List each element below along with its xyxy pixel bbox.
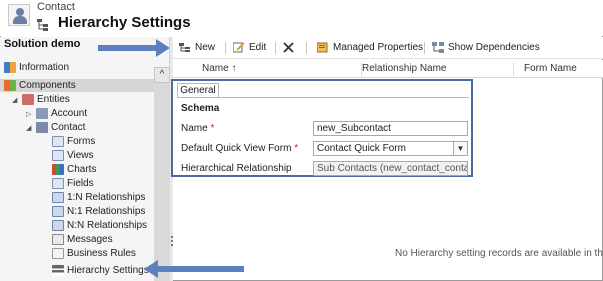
splitter-grip-icon[interactable] bbox=[171, 236, 173, 246]
annotation-arrow-sidebar bbox=[144, 260, 244, 278]
sidebar-item-label: Charts bbox=[67, 164, 97, 175]
page-title: Hierarchy Settings bbox=[58, 14, 191, 31]
sidebar-item-many-to-one[interactable]: N:1 Relationships bbox=[52, 205, 145, 218]
sidebar-item-many-to-many[interactable]: N:N Relationships bbox=[52, 219, 147, 232]
sidebar-item-label: Forms bbox=[67, 136, 96, 147]
chevron-down-icon[interactable]: ▼ bbox=[453, 142, 467, 155]
solution-title: Solution demo bbox=[4, 38, 81, 50]
sidebar-item-label: 1:N Relationships bbox=[67, 192, 146, 203]
sidebar-item-views[interactable]: Views bbox=[52, 149, 94, 162]
column-header-form-name[interactable]: Form Name bbox=[524, 63, 577, 74]
sidebar-item-forms[interactable]: Forms bbox=[52, 135, 95, 148]
contact-entity-icon bbox=[8, 4, 30, 26]
breadcrumb: Contact bbox=[37, 1, 75, 13]
sidebar-item-messages[interactable]: Messages bbox=[52, 233, 113, 246]
managed-properties-icon bbox=[317, 42, 328, 53]
edit-button[interactable]: Edit bbox=[233, 41, 266, 55]
sidebar-item-account[interactable]: ▷ Account bbox=[26, 107, 87, 120]
sidebar-item-label: Entities bbox=[37, 94, 70, 105]
charts-icon bbox=[52, 163, 64, 175]
business-rules-icon bbox=[52, 247, 64, 259]
sidebar-item-fields[interactable]: Fields bbox=[52, 177, 94, 190]
contact-icon bbox=[36, 121, 48, 133]
views-icon bbox=[52, 149, 64, 161]
sidebar-item-label: N:1 Relationships bbox=[67, 206, 146, 217]
expand-triangle-icon[interactable]: ▷ bbox=[26, 108, 34, 121]
page-header: Contact Hierarchy Settings bbox=[0, 0, 603, 36]
toolbar-divider bbox=[275, 42, 276, 54]
tab-general[interactable]: General bbox=[177, 83, 219, 98]
required-marker: * bbox=[210, 123, 215, 134]
show-dependencies-button[interactable]: Show Dependencies bbox=[432, 41, 540, 55]
sidebar-item-label: N:N Relationships bbox=[67, 220, 148, 231]
column-header-relationship-name[interactable]: Relationship Name bbox=[362, 63, 447, 74]
delete-icon bbox=[283, 42, 294, 53]
many-to-many-icon bbox=[52, 219, 64, 231]
edit-icon bbox=[233, 42, 245, 53]
managed-properties-button[interactable]: Managed Properties bbox=[317, 41, 423, 55]
sidebar-item-one-to-many[interactable]: 1:N Relationships bbox=[52, 191, 145, 204]
sidebar-item-label: Messages bbox=[67, 234, 113, 245]
required-marker: * bbox=[294, 143, 299, 154]
column-header-name[interactable]: Name ↑ bbox=[202, 63, 236, 74]
hierarchical-relationship-field: Sub Contacts (new_contact_contact) bbox=[313, 161, 468, 176]
new-button[interactable]: New bbox=[179, 41, 215, 55]
show-dependencies-label: Show Dependencies bbox=[448, 42, 540, 53]
sidebar: Solution demo Information Components ◢ En… bbox=[0, 37, 170, 281]
sidebar-item-label: Views bbox=[67, 150, 94, 161]
column-divider[interactable] bbox=[513, 62, 514, 76]
collapse-triangle-icon[interactable]: ◢ bbox=[26, 122, 34, 135]
toolbar-divider bbox=[225, 42, 226, 54]
hierarchy-icon bbox=[52, 264, 64, 276]
section-title: Schema bbox=[181, 103, 220, 114]
sidebar-item-contact[interactable]: ◢ Contact bbox=[26, 121, 85, 134]
sidebar-item-label: Hierarchy Settings bbox=[67, 265, 149, 276]
tab-divider bbox=[177, 97, 469, 98]
entities-icon bbox=[22, 93, 34, 105]
collapse-triangle-icon[interactable]: ◢ bbox=[12, 94, 20, 107]
delete-button[interactable] bbox=[283, 41, 298, 55]
new-icon bbox=[179, 42, 190, 52]
grid-header: Name ↑ Relationship Name Form Name bbox=[173, 60, 603, 78]
sidebar-item-components[interactable]: Components bbox=[0, 79, 154, 92]
show-dependencies-icon bbox=[432, 41, 444, 53]
hierarchy-form-panel: General Schema Name * new_Subcontact Def… bbox=[171, 79, 473, 177]
scroll-up-button[interactable]: ^ bbox=[154, 67, 170, 83]
hierarchical-relationship-label: Hierarchical Relationship bbox=[181, 163, 292, 174]
edit-label: Edit bbox=[249, 42, 267, 53]
sidebar-item-label: Fields bbox=[67, 178, 94, 189]
sidebar-item-label: Account bbox=[51, 108, 88, 119]
sidebar-item-business-rules[interactable]: Business Rules bbox=[52, 247, 136, 260]
quick-view-form-label: Default Quick View Form * bbox=[181, 143, 299, 154]
sidebar-item-information[interactable]: Information bbox=[4, 61, 69, 74]
fields-icon bbox=[52, 177, 64, 189]
quick-view-form-value: Contact Quick Form bbox=[317, 143, 406, 154]
annotation-arrow-toolbar bbox=[98, 39, 170, 57]
empty-grid-message: No Hierarchy setting records are availab… bbox=[395, 248, 603, 259]
toolbar-divider bbox=[424, 42, 425, 54]
sidebar-scrollbar[interactable] bbox=[154, 67, 170, 281]
sidebar-item-label: Components bbox=[19, 80, 76, 91]
one-to-many-icon bbox=[52, 191, 64, 203]
sidebar-item-hierarchy-settings[interactable]: Hierarchy Settings bbox=[52, 264, 149, 277]
quick-view-form-select[interactable]: Contact Quick Form ▼ bbox=[313, 141, 468, 156]
name-label: Name * bbox=[181, 123, 215, 134]
sidebar-item-charts[interactable]: Charts bbox=[52, 163, 96, 176]
hierarchy-icon bbox=[37, 19, 48, 31]
toolbar-divider bbox=[306, 42, 307, 54]
name-field[interactable]: new_Subcontact bbox=[313, 121, 468, 136]
new-label: New bbox=[195, 42, 216, 53]
sidebar-item-label: Business Rules bbox=[67, 248, 136, 259]
sidebar-item-label: Contact bbox=[51, 122, 86, 133]
sidebar-item-entities[interactable]: ◢ Entities bbox=[12, 93, 70, 106]
many-to-one-icon bbox=[52, 205, 64, 217]
toolbar: New Edit Managed Properties Show Depende… bbox=[173, 37, 603, 59]
information-icon bbox=[4, 61, 16, 73]
messages-icon bbox=[52, 233, 64, 245]
components-icon bbox=[4, 79, 16, 91]
managed-properties-label: Managed Properties bbox=[333, 42, 424, 53]
sidebar-item-label: Information bbox=[19, 62, 70, 73]
forms-icon bbox=[52, 135, 64, 147]
account-icon bbox=[36, 107, 48, 119]
